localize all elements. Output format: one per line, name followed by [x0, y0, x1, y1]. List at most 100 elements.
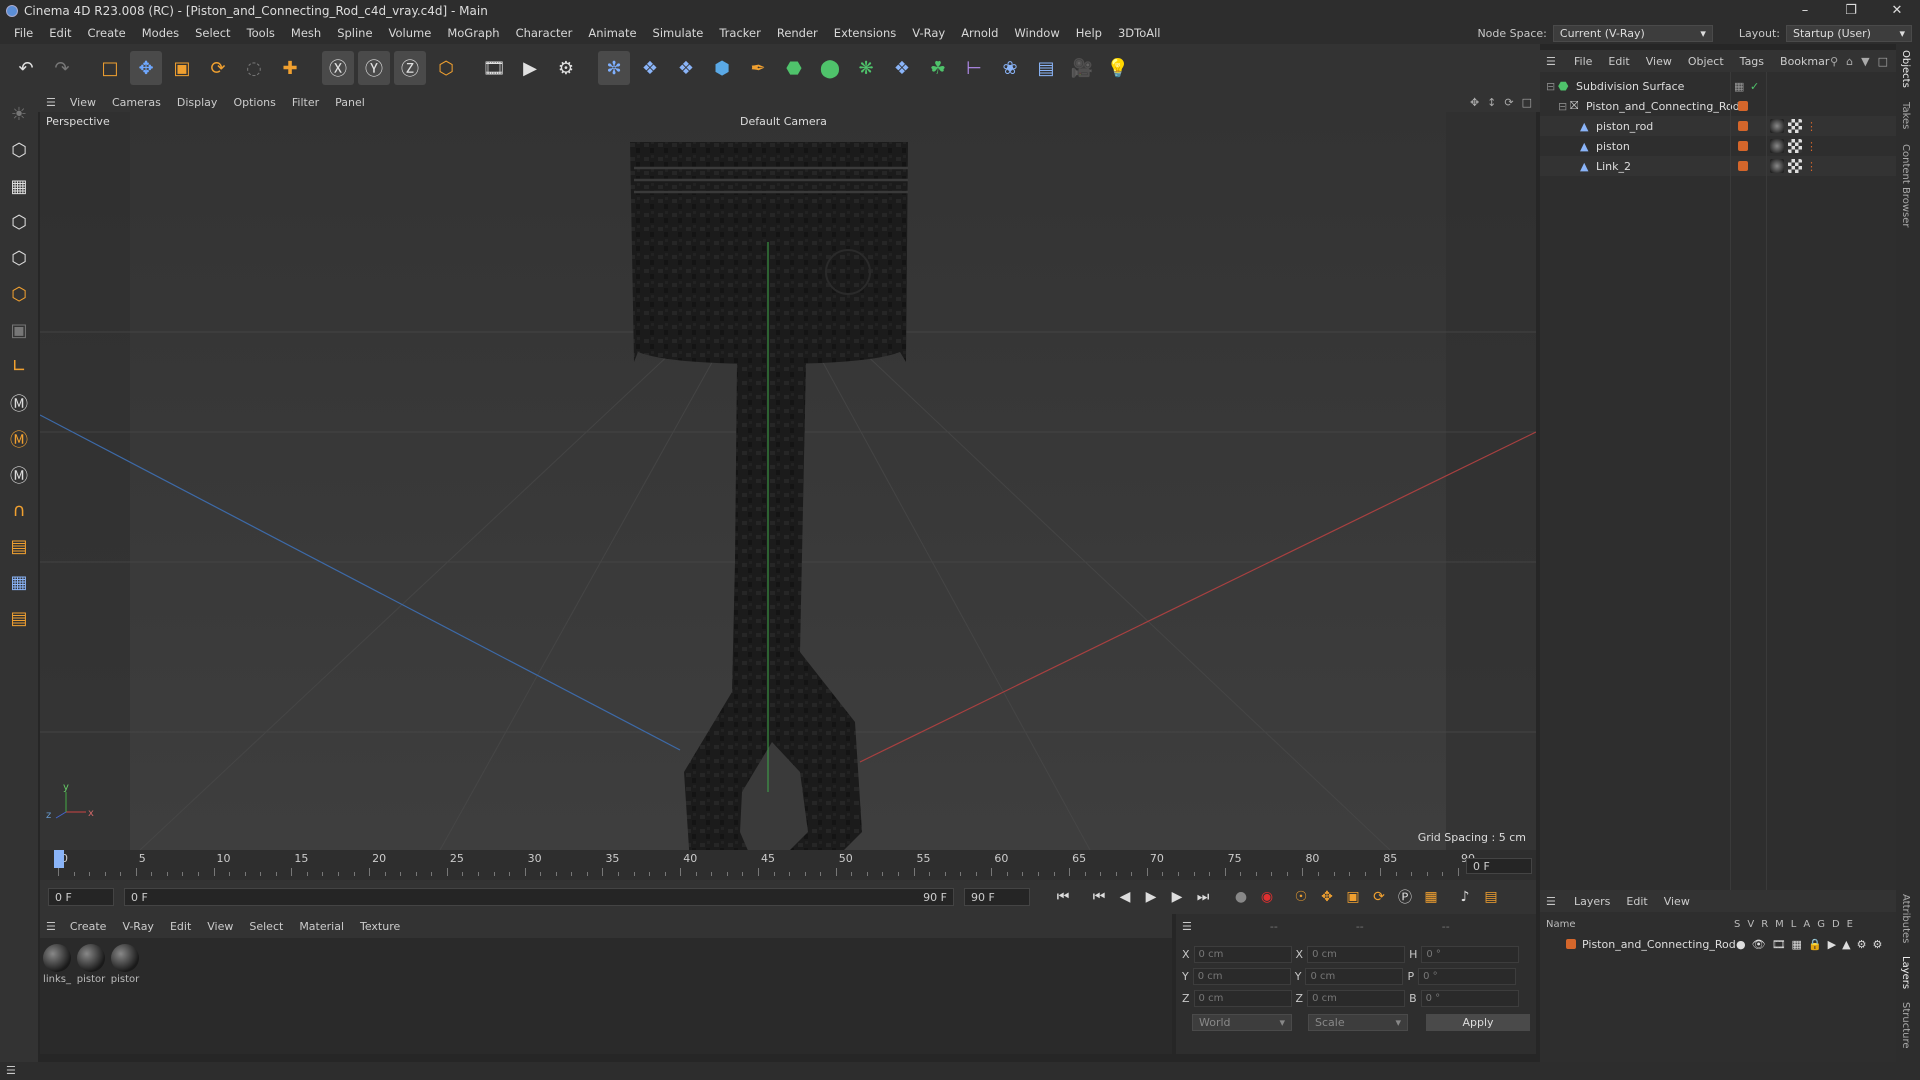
- menu-edit[interactable]: Edit: [41, 26, 79, 40]
- object-menu-bookmarks[interactable]: Bookmar: [1772, 55, 1837, 68]
- add-icon[interactable]: ✚: [274, 51, 306, 85]
- layer-menu-layers[interactable]: Layers: [1566, 895, 1618, 908]
- parameter-key-icon[interactable]: Ⓟ: [1392, 885, 1418, 909]
- texture-mode-icon[interactable]: ▦: [3, 170, 35, 203]
- zoom-view-icon[interactable]: ↕: [1487, 96, 1496, 109]
- rotation-b-field[interactable]: 0 °: [1420, 990, 1519, 1007]
- viewport-menu-filter[interactable]: Filter: [284, 96, 327, 109]
- material-menu-edit[interactable]: Edit: [162, 920, 199, 933]
- pen-icon[interactable]: ✒: [742, 51, 774, 85]
- coordinate-mode-dropdown[interactable]: World ▾: [1192, 1014, 1292, 1031]
- material-tag-icon[interactable]: [1770, 119, 1784, 133]
- lock-icon[interactable]: 🔒: [1808, 938, 1822, 951]
- new-window-icon[interactable]: □: [1878, 55, 1888, 68]
- menu-select[interactable]: Select: [187, 26, 238, 40]
- hamburger-icon[interactable]: ☰: [6, 1064, 16, 1077]
- size-x-field[interactable]: 0 cm: [1307, 946, 1406, 963]
- uv-mode-icon[interactable]: ▣: [3, 314, 35, 347]
- move-icon[interactable]: ✥: [130, 51, 162, 85]
- deformer-icon[interactable]: ❖: [886, 51, 918, 85]
- vray-icon[interactable]: ✼: [598, 51, 630, 85]
- layer-menu-view[interactable]: View: [1656, 895, 1698, 908]
- object-menu-edit[interactable]: Edit: [1600, 55, 1637, 68]
- material-menu-create[interactable]: Create: [62, 920, 115, 933]
- playhead[interactable]: [54, 850, 64, 868]
- subdivision-icon[interactable]: ⬣: [778, 51, 810, 85]
- layer-row[interactable]: Piston_and_Connecting_Rod ● 👁 🎞 ▦ 🔒 ▶ ▲ …: [1540, 934, 1896, 954]
- viewport-menu-view[interactable]: View: [62, 96, 104, 109]
- mograph-icon[interactable]: ☘: [922, 51, 954, 85]
- viewport-menu-cameras[interactable]: Cameras: [104, 96, 169, 109]
- rotate-icon[interactable]: ⟳: [202, 51, 234, 85]
- tab-structure[interactable]: Structure: [1900, 1002, 1911, 1049]
- position-z-field[interactable]: 0 cm: [1193, 990, 1292, 1007]
- z-axis-icon[interactable]: Ⓩ: [394, 51, 426, 85]
- manager-icon[interactable]: ▦: [1792, 938, 1802, 951]
- object-menu-object[interactable]: Object: [1680, 55, 1732, 68]
- object-row-piston-and-connecting-rod[interactable]: ⊟ ⛝ Piston_and_Connecting_Rod: [1540, 96, 1896, 116]
- layout-dropdown[interactable]: Startup (User) ▾: [1786, 24, 1912, 42]
- material-menu-select[interactable]: Select: [241, 920, 291, 933]
- timeline-ruler[interactable]: 051015202530354045505560657075808590 0 F: [40, 850, 1536, 880]
- rotation-h-field[interactable]: 0 °: [1421, 946, 1520, 963]
- scale-icon[interactable]: ▣: [166, 51, 198, 85]
- axis-mode-icon[interactable]: ∟: [3, 350, 35, 383]
- coordinate-system-icon[interactable]: ⬡: [430, 51, 462, 85]
- generator-icon[interactable]: ▲: [1842, 938, 1850, 951]
- menu-animate[interactable]: Animate: [580, 26, 644, 40]
- menu-tracker[interactable]: Tracker: [711, 26, 769, 40]
- minimize-icon[interactable]: –: [1782, 0, 1828, 22]
- material-item[interactable]: links_: [42, 944, 72, 985]
- viewport-menu-options[interactable]: Options: [225, 96, 283, 109]
- node-space-dropdown[interactable]: Current (V-Ray) ▾: [1552, 24, 1713, 42]
- collapse-icon[interactable]: ⊟: [1558, 100, 1567, 113]
- menu-mograph[interactable]: MoGraph: [439, 26, 507, 40]
- grid-icon[interactable]: ▦: [3, 566, 35, 599]
- object-menu-file[interactable]: File: [1566, 55, 1600, 68]
- extrude-icon[interactable]: ⬤: [814, 51, 846, 85]
- menu-simulate[interactable]: Simulate: [645, 26, 712, 40]
- tab-content-browser[interactable]: Content Browser: [1900, 144, 1911, 227]
- collapse-icon[interactable]: ⊟: [1546, 80, 1555, 93]
- menu-spline[interactable]: Spline: [329, 26, 380, 40]
- light-icon[interactable]: 💡: [1102, 51, 1134, 85]
- material-menu-texture[interactable]: Texture: [352, 920, 408, 933]
- python-icon[interactable]: ❖: [634, 51, 666, 85]
- size-z-field[interactable]: 0 cm: [1307, 990, 1406, 1007]
- phong-tag-icon[interactable]: ⋮: [1806, 120, 1817, 133]
- layer-color-badge[interactable]: [1738, 141, 1748, 151]
- filter-icon[interactable]: ▼: [1861, 55, 1869, 68]
- hamburger-icon[interactable]: ☰: [1546, 895, 1556, 908]
- snap-workplane-icon[interactable]: Ⓜ: [3, 458, 35, 491]
- menu-arnold[interactable]: Arnold: [953, 26, 1006, 40]
- tab-objects[interactable]: Objects: [1900, 50, 1911, 88]
- scale-key-icon[interactable]: ▣: [1340, 885, 1366, 909]
- model-mode-icon[interactable]: ⬡: [3, 134, 35, 167]
- material-menu-material[interactable]: Material: [291, 920, 352, 933]
- phong-tag-icon[interactable]: ⋮: [1806, 160, 1817, 173]
- hamburger-icon[interactable]: ☰: [46, 96, 56, 109]
- render-region-icon[interactable]: 🎞: [478, 51, 510, 85]
- spline-icon[interactable]: ❀: [994, 51, 1026, 85]
- menu-3dtoall[interactable]: 3DToAll: [1110, 26, 1169, 40]
- undo-icon[interactable]: ↶: [10, 51, 42, 85]
- expression-icon[interactable]: ⚙: [1872, 938, 1882, 951]
- menu-modes[interactable]: Modes: [134, 26, 187, 40]
- current-frame-field[interactable]: 0 F: [1466, 858, 1532, 874]
- polygons-mode-icon[interactable]: ⬡: [3, 278, 35, 311]
- rotation-p-field[interactable]: 0 °: [1418, 968, 1517, 985]
- material-tag-icon[interactable]: [1770, 159, 1784, 173]
- perspective-viewport[interactable]: x y z Perspective Default Camera Grid Sp…: [40, 112, 1536, 850]
- material-menu-view[interactable]: View: [199, 920, 241, 933]
- object-row-subdivision-surface[interactable]: ⊟ ⬣ Subdivision Surface ▦ ✓: [1540, 76, 1896, 96]
- tab-layers[interactable]: Layers: [1900, 956, 1911, 989]
- placement-icon[interactable]: ◌: [238, 51, 270, 85]
- snap-settings-icon[interactable]: Ⓜ: [3, 422, 35, 455]
- size-mode-dropdown[interactable]: Scale ▾: [1308, 1014, 1408, 1031]
- scheme-icon[interactable]: ♪: [1452, 885, 1478, 909]
- rotate-view-icon[interactable]: ⟳: [1504, 96, 1513, 109]
- points-mode-icon[interactable]: ⬡: [3, 206, 35, 239]
- hamburger-icon[interactable]: ☰: [1546, 55, 1556, 68]
- menu-vray[interactable]: V-Ray: [904, 26, 953, 40]
- point-level-icon[interactable]: ▦: [1418, 885, 1444, 909]
